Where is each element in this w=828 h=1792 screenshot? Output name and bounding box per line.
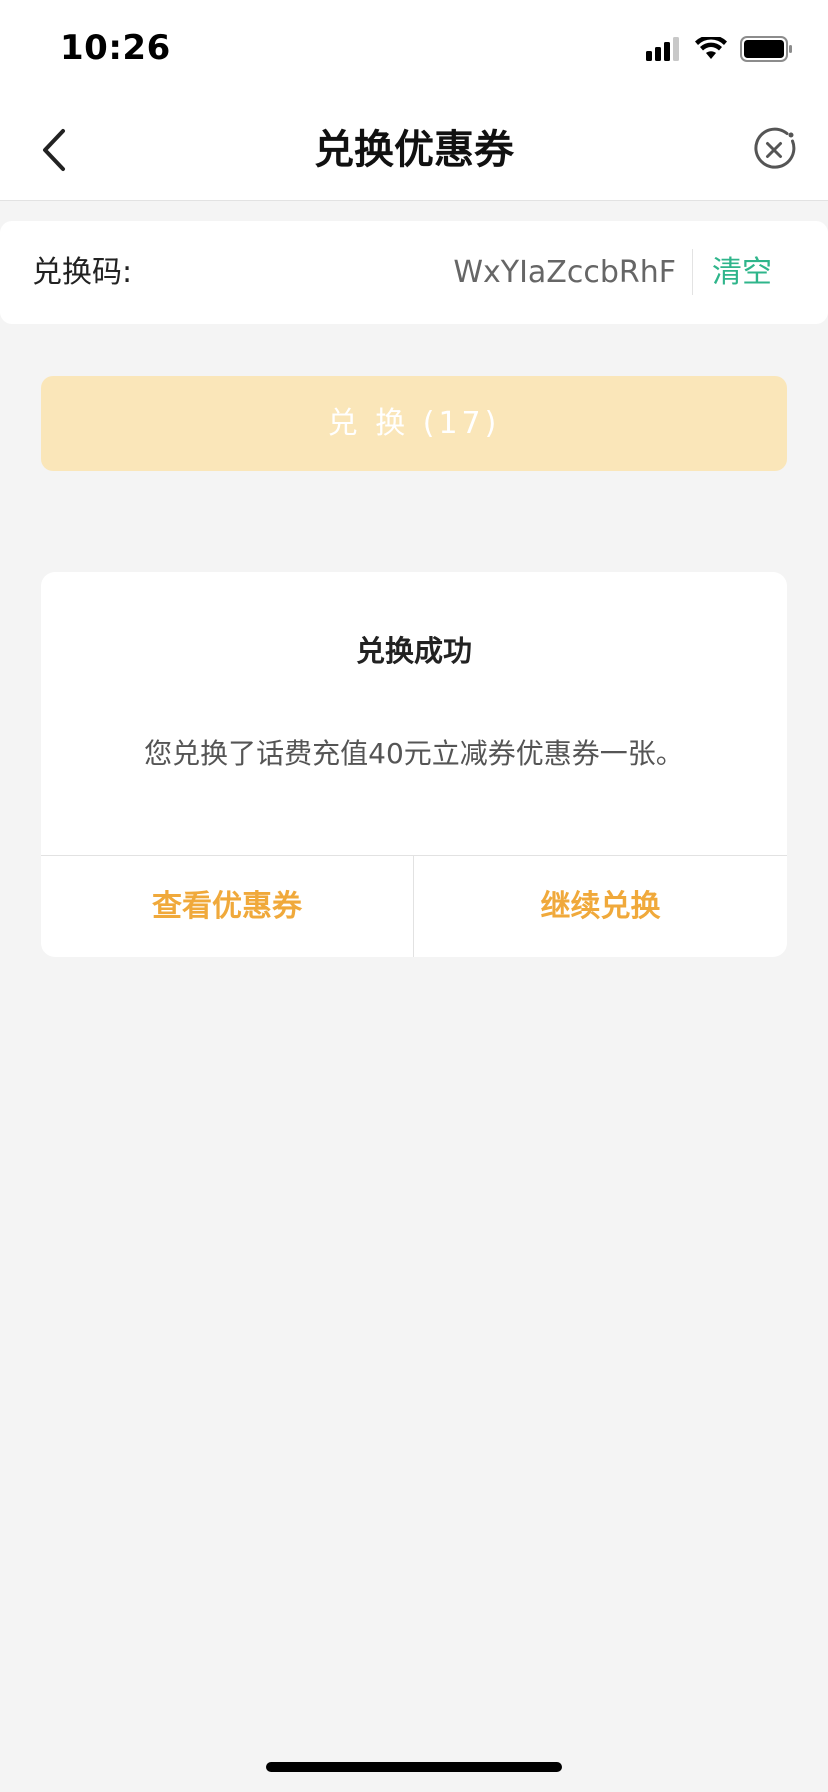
battery-icon bbox=[740, 36, 792, 62]
dialog-message: 您兑换了话费充值40元立减券优惠券一张。 bbox=[144, 737, 684, 770]
status-icons bbox=[646, 36, 794, 62]
wifi-icon bbox=[695, 37, 727, 59]
status-bar: 10:26 bbox=[0, 0, 828, 100]
back-button[interactable] bbox=[24, 120, 84, 180]
close-circle-icon bbox=[754, 127, 796, 169]
success-dialog: 兑换成功 您兑换了话费充值40元立减券优惠券一张。 查看优惠券 继续兑换 bbox=[41, 572, 787, 957]
nav-bar: 兑换优惠券 bbox=[0, 100, 828, 201]
redeem-code-label: 兑换码: bbox=[32, 255, 133, 290]
home-indicator[interactable] bbox=[266, 1762, 562, 1772]
view-coupons-button[interactable]: 查看优惠券 bbox=[41, 856, 413, 957]
redeem-code-row: 兑换码: WxYIaZccbRhF 清空 bbox=[0, 221, 828, 324]
clear-button[interactable]: 清空 bbox=[712, 221, 772, 324]
chevron-left-icon bbox=[43, 129, 65, 171]
cellular-signal-icon bbox=[646, 37, 679, 61]
close-button[interactable] bbox=[746, 122, 802, 178]
dialog-title: 兑换成功 bbox=[355, 634, 472, 668]
redeem-code-input[interactable]: WxYIaZccbRhF bbox=[453, 221, 676, 324]
status-time: 10:26 bbox=[60, 28, 171, 68]
redeem-button[interactable]: 兑 换 (17) bbox=[41, 376, 787, 471]
code-divider bbox=[692, 249, 693, 295]
page-title: 兑换优惠券 bbox=[314, 127, 514, 173]
continue-redeem-button[interactable]: 继续兑换 bbox=[414, 856, 787, 957]
